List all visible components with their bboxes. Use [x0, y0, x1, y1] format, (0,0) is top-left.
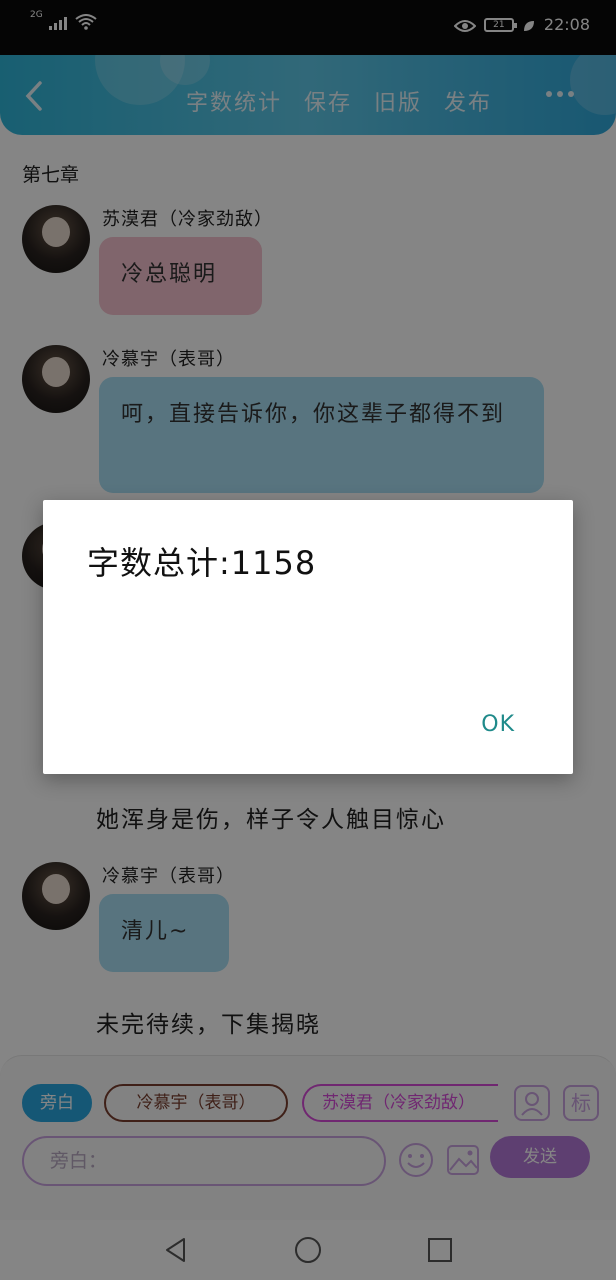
ok-button[interactable]: OK [481, 712, 515, 737]
word-count-dialog: 字数总计:1158 OK [43, 500, 573, 774]
word-count-message: 字数总计:1158 [87, 544, 317, 582]
